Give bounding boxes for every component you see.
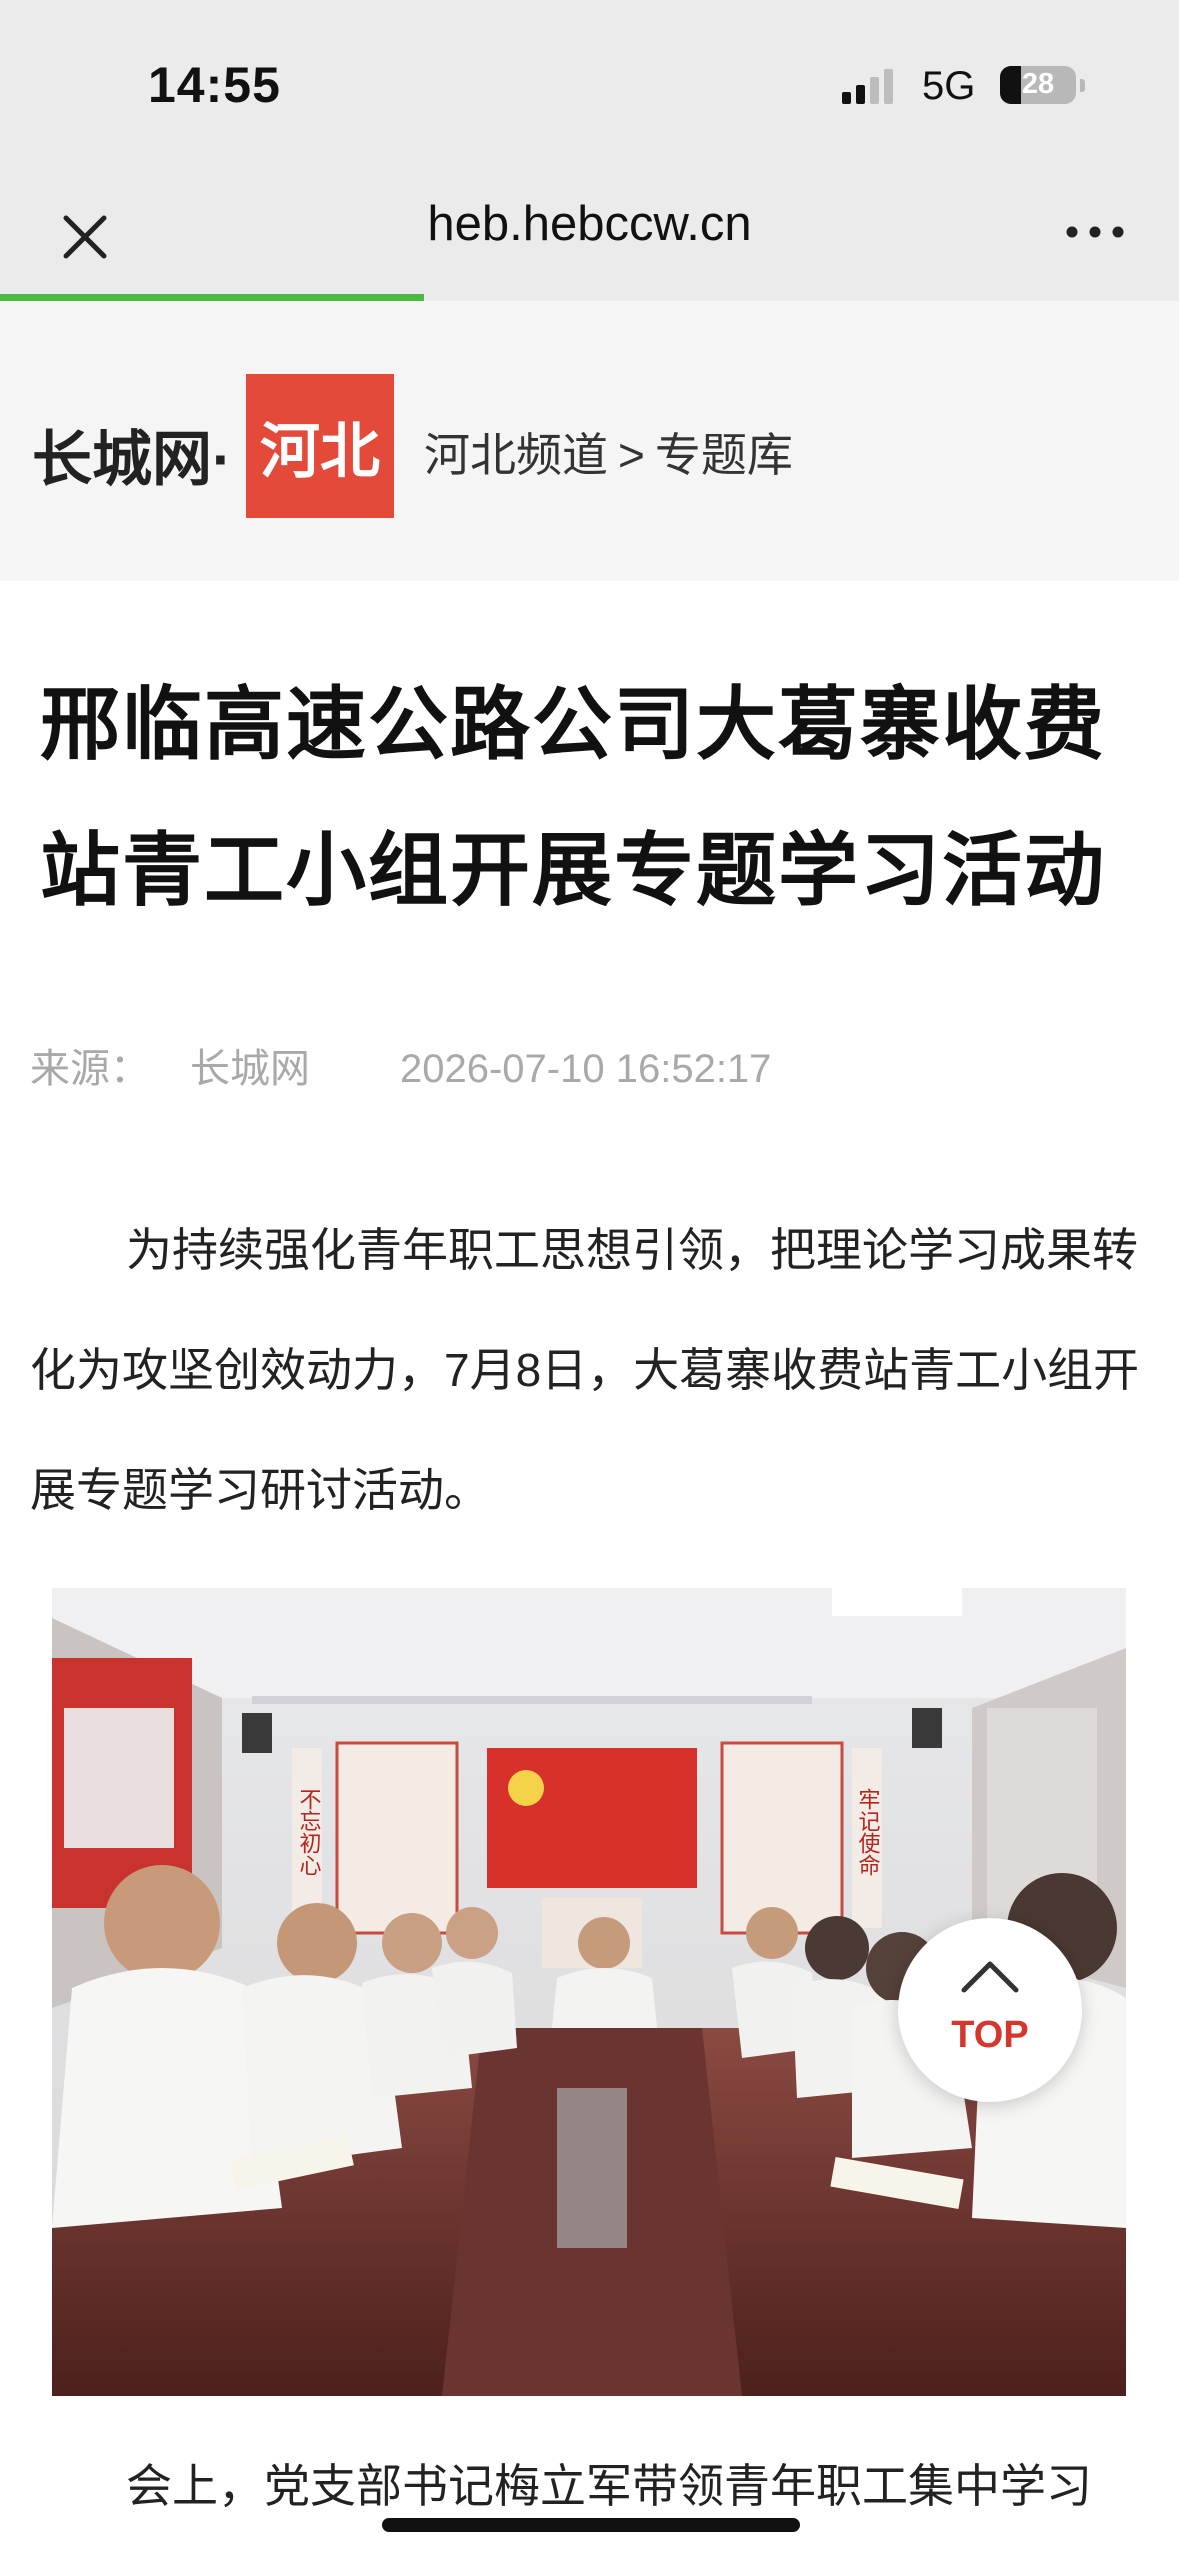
status-time: 14:55 xyxy=(148,57,281,113)
article-meta: 来源： 长城网 2026-07-10 16:52:17 xyxy=(30,1036,771,1094)
signal-icon xyxy=(842,69,893,104)
home-indicator[interactable] xyxy=(382,2518,800,2532)
article-source: 长城网 xyxy=(190,1047,310,1091)
battery-icon: 28 xyxy=(1000,66,1076,104)
breadcrumb-channel[interactable]: 河北频道 xyxy=(424,429,608,481)
battery-level: 28 xyxy=(1021,68,1055,100)
site-region-badge[interactable]: 河北 xyxy=(246,374,394,518)
battery-cap xyxy=(1080,79,1085,92)
more-icon[interactable] xyxy=(1060,212,1130,252)
breadcrumb-separator: > xyxy=(618,429,645,481)
page-url: heb.hebccw.cn xyxy=(427,197,752,251)
article-date: 2026-07-10 16:52:17 xyxy=(400,1047,772,1091)
site-logo-text[interactable]: 长城网· xyxy=(32,411,232,498)
back-to-top-label: TOP xyxy=(951,2014,1029,2056)
back-to-top-button[interactable]: TOP xyxy=(898,1918,1082,2102)
breadcrumb-topics[interactable]: 专题库 xyxy=(655,429,793,481)
article-paragraph: 为持续强化青年职工思想引领，把理论学习成果转化为攻坚创效动力，7月8日，大葛寨收… xyxy=(30,1224,1140,1516)
source-label: 来源： xyxy=(30,1047,150,1091)
breadcrumb: 河北频道 > 专题库 xyxy=(424,419,793,485)
chevron-up-icon xyxy=(961,1961,1019,1993)
status-bar: 14:55 5G 28 xyxy=(0,0,1179,170)
load-progress-fill xyxy=(0,294,425,301)
site-header: 长城网· 河北 河北频道 > 专题库 xyxy=(0,301,1179,581)
article-title: 邢临高速公路公司大葛寨收费站青工小组开展专题学习活动 xyxy=(40,680,1106,915)
browser-nav-bar: heb.hebccw.cn xyxy=(0,170,1179,294)
banner-left: 不忘初心 xyxy=(296,1788,322,1876)
banner-right: 牢记使命 xyxy=(855,1788,881,1876)
network-type: 5G xyxy=(922,64,976,108)
load-progress-bar xyxy=(0,294,1179,301)
